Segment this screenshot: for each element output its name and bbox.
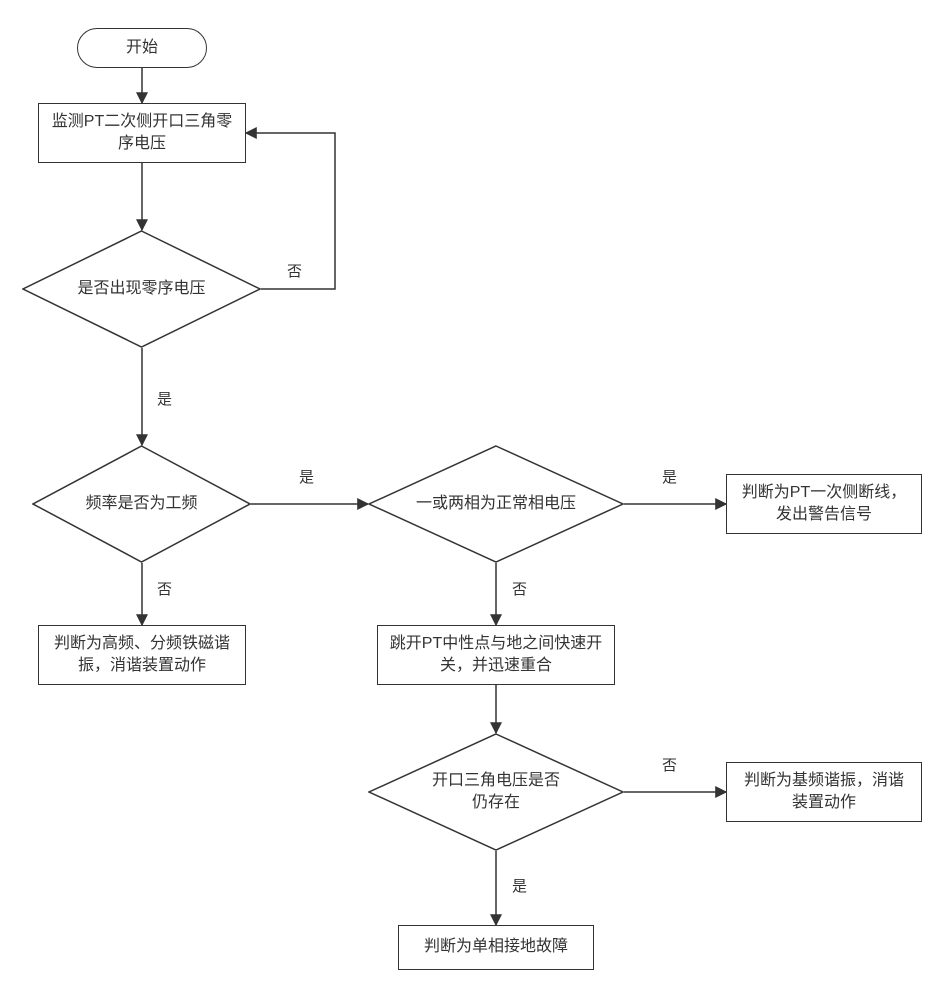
node-label: 频率是否为工频	[81, 489, 201, 519]
node-label: 开始	[126, 37, 158, 59]
decision-zero-seq: 是否出现零序电压	[22, 230, 261, 348]
edge-label-no: 否	[155, 578, 174, 599]
process-ground-fault: 判断为单相接地故障	[398, 925, 594, 970]
edge-label-yes: 是	[155, 388, 174, 409]
edge-label-no: 否	[660, 754, 679, 775]
decision-phase-normal: 一或两相为正常相电压	[368, 445, 624, 563]
edge-label-yes: 是	[510, 875, 529, 896]
node-label: 是否出现零序电压	[73, 274, 209, 304]
node-label: 判断为基频谐振，消谐装置动作	[737, 770, 911, 815]
node-label: 一或两相为正常相电压	[412, 489, 580, 519]
decision-still-exists: 开口三角电压是否仍存在	[368, 733, 624, 851]
node-label: 跳开PT中性点与地之间快速开关，并迅速重合	[388, 633, 604, 678]
process-trip-reclose: 跳开PT中性点与地之间快速开关，并迅速重合	[377, 625, 615, 685]
node-label: 判断为单相接地故障	[424, 936, 568, 958]
node-label: 监测PT二次侧开口三角零序电压	[49, 111, 235, 156]
process-hf-resonance: 判断为高频、分频铁磁谐振，消谐装置动作	[38, 625, 246, 685]
decision-freq: 频率是否为工频	[32, 445, 251, 563]
edge-label-no: 否	[510, 578, 529, 599]
start-terminator: 开始	[77, 28, 207, 68]
process-fund-resonance: 判断为基频谐振，消谐装置动作	[726, 762, 922, 822]
node-label: 判断为PT一次侧断线，发出警告信号	[737, 482, 911, 527]
node-label: 开口三角电压是否仍存在	[421, 766, 571, 819]
edge-label-yes: 是	[297, 466, 316, 487]
process-pt-open: 判断为PT一次侧断线，发出警告信号	[726, 474, 922, 534]
edge-label-yes: 是	[660, 466, 679, 487]
edge-label-no: 否	[285, 260, 304, 281]
node-label: 判断为高频、分频铁磁谐振，消谐装置动作	[49, 633, 235, 678]
process-monitor: 监测PT二次侧开口三角零序电压	[38, 103, 246, 163]
